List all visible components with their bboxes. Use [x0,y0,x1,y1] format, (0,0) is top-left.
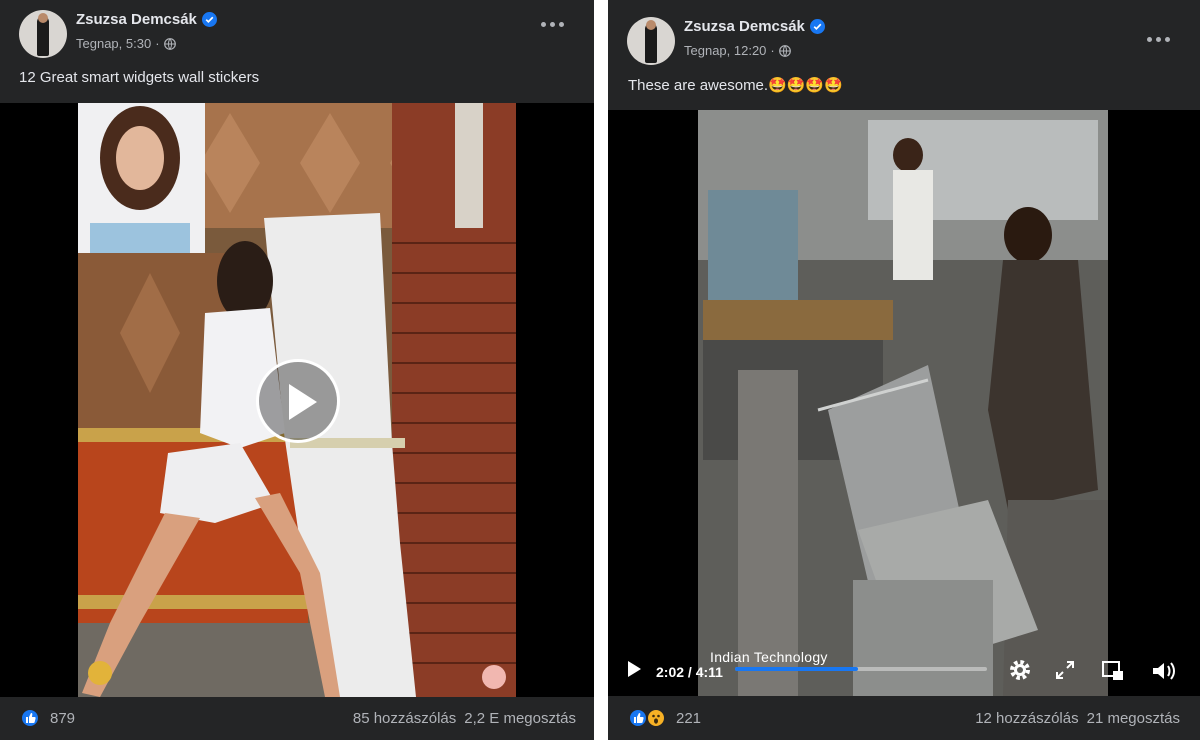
video-player[interactable] [0,103,594,697]
comments-count-link[interactable]: 85 hozzászólás [353,710,456,727]
reactions-count: 221 [676,709,702,727]
verified-badge-icon [201,12,217,27]
post-caption: These are awesome.🤩🤩🤩🤩 [628,77,843,94]
video-progress-bar[interactable] [735,667,987,671]
settings-gear-icon[interactable] [1008,658,1032,682]
author-name[interactable]: Zsuzsa Demcsák [684,18,805,35]
post-meta: Tegnap, 5:30 · [76,36,176,51]
post-header: Zsuzsa Demcsák Tegnap, 12:20 · [608,0,1200,65]
post-card: Zsuzsa Demcsák Tegnap, 5:30 · 12 Great s… [0,0,594,740]
like-reaction-icon [628,708,648,728]
play-icon [289,384,317,420]
reactions-summary[interactable]: 879 [20,708,75,728]
video-controls: 2:02 / 4:11 Indian Technology [608,636,1200,696]
globe-icon [163,37,176,50]
more-options-icon[interactable] [1147,37,1170,42]
like-reaction-icon [20,708,40,728]
post-stats: 85 hozzászólás 2,2 E megosztás [353,710,576,727]
author-name[interactable]: Zsuzsa Demcsák [76,11,197,28]
volume-icon[interactable] [1151,660,1177,682]
video-progress-fill [735,667,859,671]
video-time: 2:02 / 4:11 [656,664,723,680]
shares-count-link[interactable]: 2,2 E megosztás [464,710,576,727]
author-row: Zsuzsa Demcsák [684,18,825,35]
shares-count-link[interactable]: 21 megosztás [1087,710,1180,727]
post-card: Zsuzsa Demcsák Tegnap, 12:20 · These are… [608,0,1200,740]
comments-count-link[interactable]: 12 hozzászólás [975,710,1078,727]
picture-in-picture-icon[interactable] [1101,660,1125,682]
reactions-summary[interactable]: 221 [628,708,701,728]
play-button[interactable] [256,359,340,443]
video-player[interactable]: 2:02 / 4:11 Indian Technology [608,110,1200,696]
wow-reaction-icon [646,708,666,728]
verified-badge-icon [809,19,825,34]
avatar[interactable] [627,17,675,65]
post-time[interactable]: Tegnap, 5:30 [76,36,151,51]
post-caption: 12 Great smart widgets wall stickers [19,69,260,86]
reactions-count: 879 [50,709,76,727]
expand-icon[interactable] [1055,660,1075,680]
post-stats: 12 hozzászólás 21 megosztás [975,710,1180,727]
more-options-icon[interactable] [541,22,564,27]
post-header: Zsuzsa Demcsák Tegnap, 5:30 · [0,0,594,64]
video-title: Indian Technology [710,649,828,665]
post-footer: 879 85 hozzászólás 2,2 E megosztás [0,696,594,740]
post-time[interactable]: Tegnap, 12:20 [684,43,766,58]
author-row: Zsuzsa Demcsák [76,11,217,28]
globe-icon [778,44,791,57]
avatar[interactable] [19,10,67,58]
video-frame [698,110,1108,696]
play-icon[interactable] [626,660,642,678]
post-footer: 221 12 hozzászólás 21 megosztás [608,696,1200,740]
post-meta: Tegnap, 12:20 · [684,43,791,58]
